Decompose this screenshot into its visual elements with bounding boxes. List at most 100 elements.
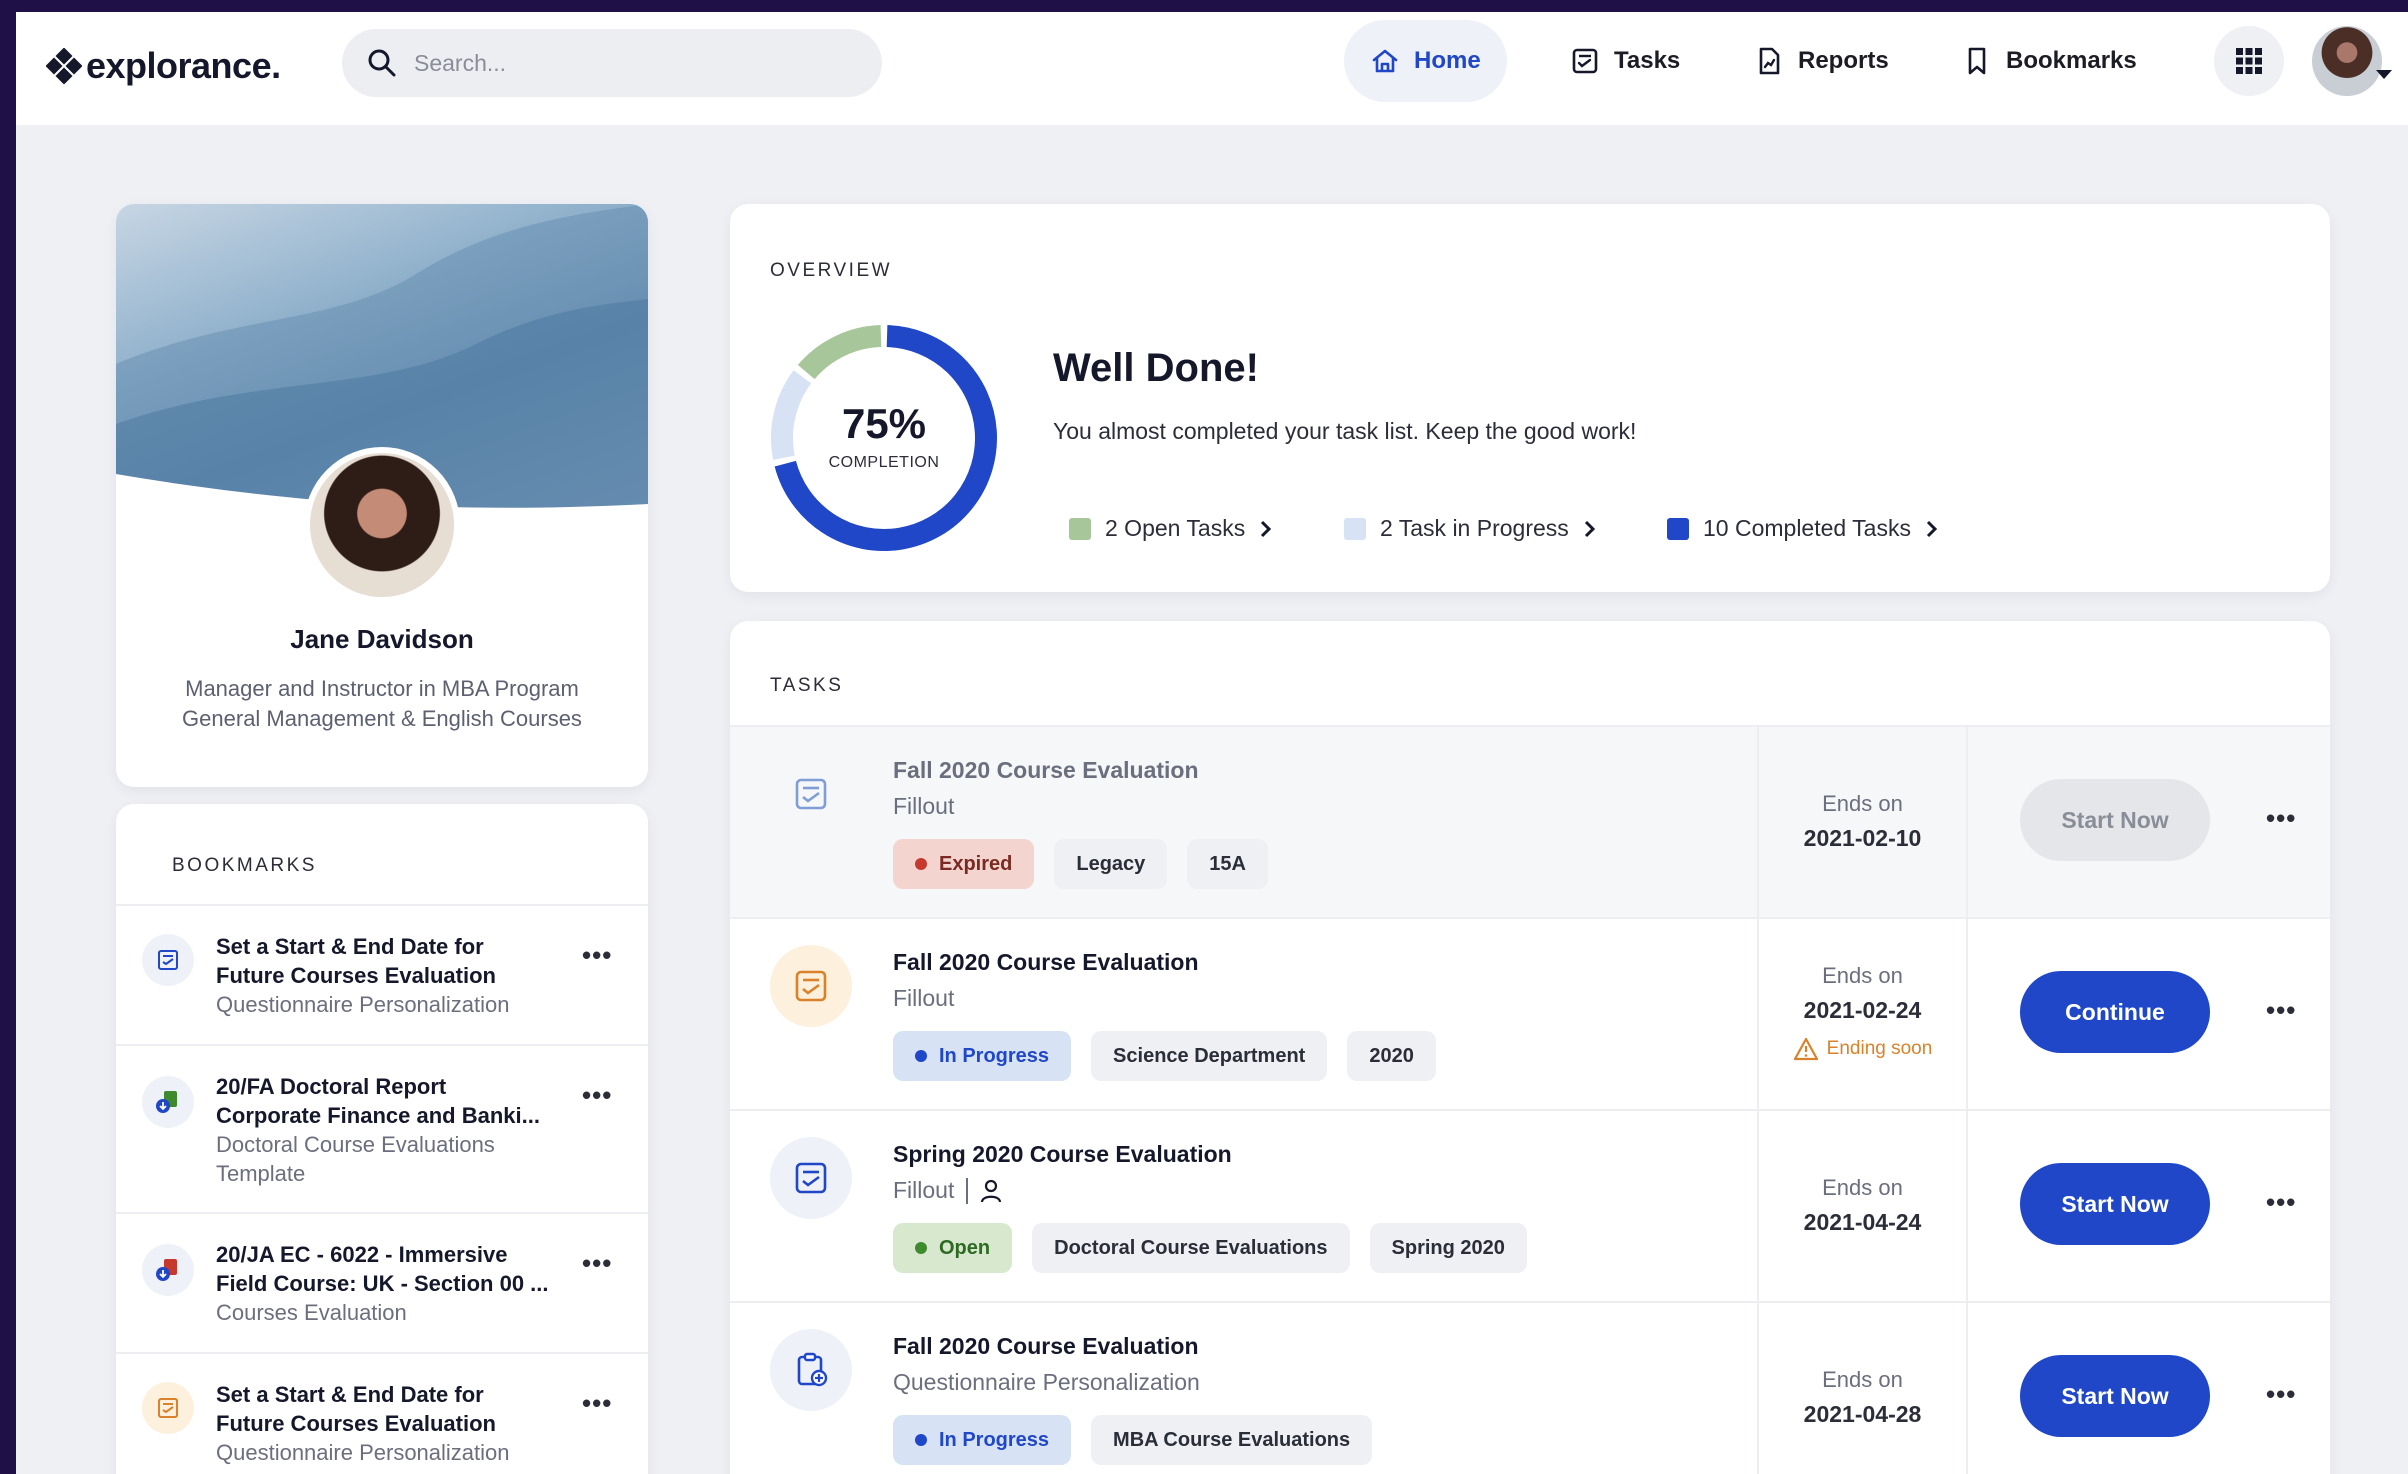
checklist-icon bbox=[770, 753, 852, 835]
overview-card: OVERVIEW 75% COMPLETION Well Done! You a… bbox=[730, 204, 2330, 592]
status-badge: In Progress bbox=[893, 1415, 1072, 1465]
legend-in-progress-tasks[interactable]: 2 Task in Progress bbox=[1344, 515, 1597, 542]
brand-logo[interactable]: explorance. bbox=[46, 42, 281, 90]
ending-soon-warning: Ending soon bbox=[1759, 1037, 1966, 1061]
search-bar[interactable] bbox=[342, 29, 882, 97]
more-options-icon[interactable]: ••• bbox=[582, 1080, 612, 1111]
app-frame: explorance. Home Tasks bbox=[16, 12, 2408, 1474]
brand-name: explorance. bbox=[86, 45, 281, 86]
search-icon bbox=[368, 49, 396, 77]
legend-label: 2 Task in Progress bbox=[1380, 515, 1569, 541]
continue-button[interactable]: Continue bbox=[2020, 971, 2210, 1053]
task-subtitle: Questionnaire Personalization bbox=[893, 1369, 1200, 1396]
task-type: Questionnaire Personalization bbox=[893, 1369, 1200, 1395]
task-row[interactable]: Fall 2020 Course Evaluation Fillout In P… bbox=[730, 917, 2330, 1109]
bookmark-title-line: Corporate Finance and Banki... bbox=[216, 1103, 540, 1128]
task-row[interactable]: Fall 2020 Course Evaluation Questionnair… bbox=[730, 1301, 2330, 1474]
legend-open-tasks[interactable]: 2 Open Tasks bbox=[1069, 515, 1273, 542]
top-navigation: explorance. Home Tasks bbox=[16, 12, 2408, 125]
more-options-icon[interactable]: ••• bbox=[2266, 803, 2296, 834]
tasks-card: TASKS Fall 2020 Course Evaluation Fillou… bbox=[730, 621, 2330, 1474]
status-dot bbox=[915, 1242, 927, 1254]
more-options-icon[interactable]: ••• bbox=[2266, 1379, 2296, 1410]
nav-bookmarks-label: Bookmarks bbox=[2006, 47, 2137, 74]
more-options-icon[interactable]: ••• bbox=[582, 940, 612, 971]
legend-completed-tasks[interactable]: 10 Completed Tasks bbox=[1667, 515, 1939, 542]
user-avatar[interactable] bbox=[2312, 26, 2382, 96]
tasks-icon bbox=[1572, 48, 1598, 74]
overview-heading: OVERVIEW bbox=[770, 260, 893, 281]
bookmark-title-line: Future Courses Evaluation bbox=[216, 1411, 496, 1436]
task-type: Fillout bbox=[893, 793, 955, 819]
completion-value: 75% bbox=[841, 400, 927, 447]
more-options-icon[interactable]: ••• bbox=[582, 1248, 612, 1279]
checklist-icon bbox=[770, 945, 852, 1027]
ends-on-label: Ends on bbox=[1822, 1175, 1903, 1200]
task-title: Fall 2020 Course Evaluation bbox=[893, 1333, 1199, 1359]
bookmark-title: 20/JA EC - 6022 - Immersive Field Course… bbox=[216, 1240, 556, 1327]
nav-tasks[interactable]: Tasks bbox=[1544, 20, 1706, 102]
checklist-icon bbox=[142, 934, 194, 986]
status-badge: In Progress bbox=[893, 1031, 1072, 1081]
start-now-button[interactable]: Start Now bbox=[2020, 1355, 2210, 1437]
bookmark-title-line: 20/FA Doctoral Report bbox=[216, 1074, 447, 1099]
nav-home-label: Home bbox=[1414, 47, 1481, 74]
bookmark-item[interactable]: Set a Start & End Date for Future Course… bbox=[116, 1352, 648, 1474]
task-tags: In Progress Science Department 2020 bbox=[893, 1031, 1436, 1081]
chevron-right-icon bbox=[1584, 520, 1595, 537]
bookmarks-card: BOOKMARKS Set a Start & End Date for Fut… bbox=[116, 804, 648, 1474]
bookmark-title-line: Field Course: UK - Section 00 ... bbox=[216, 1271, 549, 1296]
more-options-icon[interactable]: ••• bbox=[582, 1388, 612, 1419]
nav-reports[interactable]: Reports bbox=[1728, 20, 1915, 102]
bookmark-item[interactable]: Set a Start & End Date for Future Course… bbox=[116, 904, 648, 1044]
bookmark-item[interactable]: 20/FA Doctoral Report Corporate Finance … bbox=[116, 1044, 648, 1212]
status-label: Expired bbox=[939, 852, 1013, 875]
apps-menu-button[interactable] bbox=[2214, 26, 2284, 96]
bookmark-title-line: Set a Start & End Date for bbox=[216, 1382, 484, 1407]
task-type: Fillout bbox=[893, 1177, 955, 1203]
ending-soon-label: Ending soon bbox=[1826, 1038, 1933, 1059]
person-icon bbox=[981, 1179, 1002, 1202]
more-options-icon[interactable]: ••• bbox=[2266, 1187, 2296, 1218]
donut-segment-open bbox=[797, 325, 882, 380]
task-tags: Open Doctoral Course Evaluations Spring … bbox=[893, 1223, 1527, 1273]
status-dot bbox=[915, 1050, 927, 1062]
bookmark-title-line: 20/JA EC - 6022 - Immersive bbox=[216, 1242, 508, 1267]
task-row[interactable]: Fall 2020 Course Evaluation Fillout Expi… bbox=[730, 725, 2330, 917]
bookmark-title: 20/FA Doctoral Report Corporate Finance … bbox=[216, 1072, 556, 1188]
profile-role-line: Manager and Instructor in MBA Program bbox=[185, 676, 579, 701]
status-badge: Expired bbox=[893, 839, 1035, 889]
search-input[interactable] bbox=[414, 49, 834, 77]
column-divider bbox=[1966, 1111, 1968, 1301]
task-subtitle: Fillout bbox=[893, 985, 954, 1012]
status-dot bbox=[915, 1434, 927, 1446]
task-title: Spring 2020 Course Evaluation bbox=[893, 1141, 1232, 1167]
divider bbox=[966, 1177, 969, 1204]
chevron-down-icon[interactable] bbox=[2376, 70, 2392, 79]
legend-label: 10 Completed Tasks bbox=[1703, 515, 1911, 541]
status-badge: Open bbox=[893, 1223, 1013, 1273]
bookmark-subtitle: Questionnaire Personalization bbox=[216, 992, 510, 1017]
profile-role: Manager and Instructor in MBA Program Ge… bbox=[116, 674, 648, 734]
task-subtitle: Fillout bbox=[893, 793, 954, 820]
ends-on-label: Ends on bbox=[1822, 1367, 1903, 1392]
start-now-button[interactable]: Start Now bbox=[2020, 779, 2210, 861]
bookmark-title: Set a Start & End Date for Future Course… bbox=[216, 1380, 556, 1467]
task-row[interactable]: Spring 2020 Course Evaluation Fillout Op… bbox=[730, 1109, 2330, 1301]
status-label: In Progress bbox=[939, 1428, 1050, 1451]
legend-swatch bbox=[1667, 517, 1689, 540]
end-date: 2021-04-24 bbox=[1803, 1209, 1922, 1235]
bookmark-icon bbox=[1968, 47, 1986, 75]
start-now-button[interactable]: Start Now bbox=[2020, 1163, 2210, 1245]
legend-swatch bbox=[1069, 517, 1091, 540]
nav-tasks-label: Tasks bbox=[1614, 47, 1681, 74]
pdf-download-icon bbox=[142, 1244, 194, 1296]
bookmark-item[interactable]: 20/JA EC - 6022 - Immersive Field Course… bbox=[116, 1212, 648, 1352]
more-options-icon[interactable]: ••• bbox=[2266, 995, 2296, 1026]
explorance-logo-icon bbox=[46, 48, 82, 84]
nav-bookmarks[interactable]: Bookmarks bbox=[1936, 20, 2163, 102]
nav-home[interactable]: Home bbox=[1344, 20, 1507, 102]
status-label: In Progress bbox=[939, 1044, 1050, 1067]
checklist-icon bbox=[142, 1382, 194, 1434]
task-tags: Expired Legacy 15A bbox=[893, 839, 1268, 889]
